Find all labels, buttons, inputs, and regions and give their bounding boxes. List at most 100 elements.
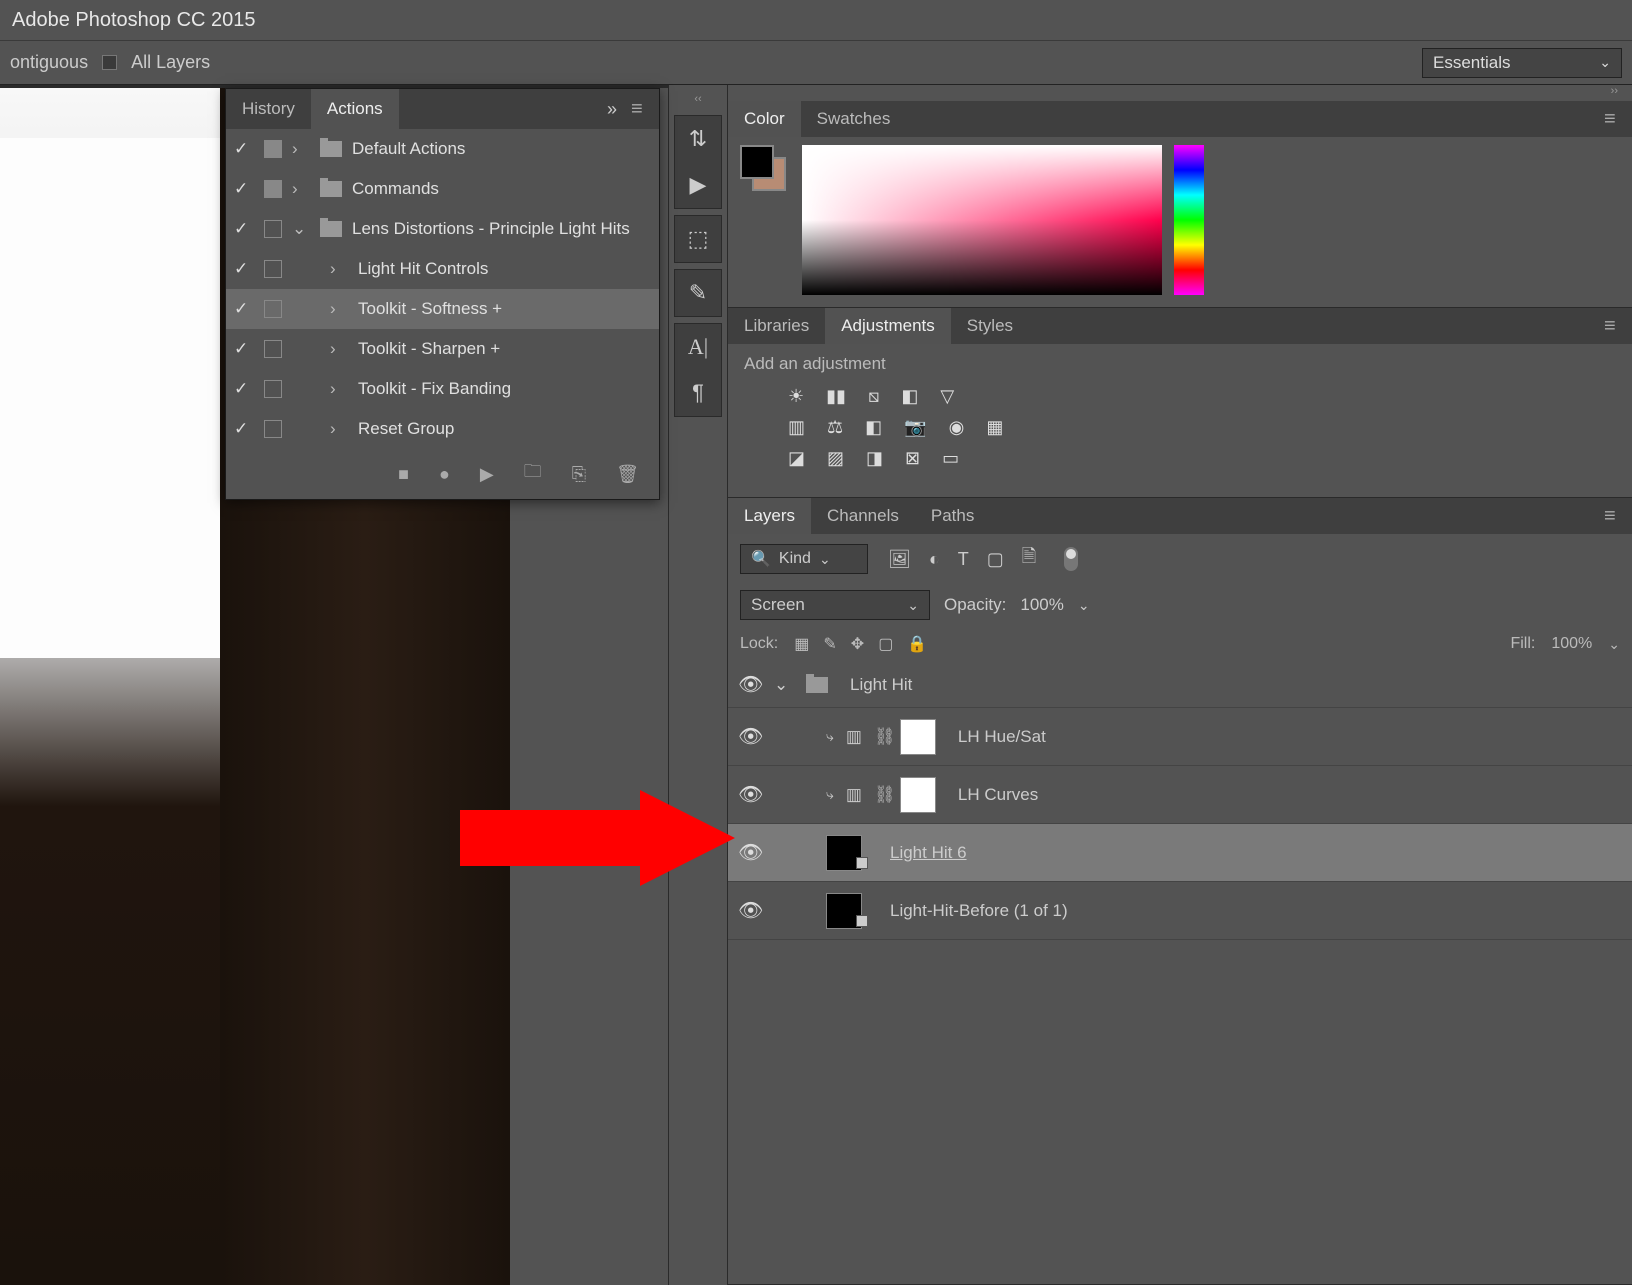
- blend-mode-select[interactable]: Screen ⌄: [740, 590, 930, 620]
- tab-paths[interactable]: Paths: [915, 498, 990, 534]
- filter-type-icon[interactable]: T: [958, 549, 969, 570]
- action-check[interactable]: ✓: [234, 259, 254, 279]
- action-row[interactable]: ✓›Reset Group: [226, 409, 659, 449]
- selective-color-icon[interactable]: ⊠: [905, 448, 920, 469]
- levels-icon[interactable]: ▮▮: [826, 386, 846, 407]
- layer-row[interactable]: 👁⤷▥⛓LH Hue/Sat: [728, 708, 1632, 766]
- action-row[interactable]: ✓›Toolkit - Fix Banding: [226, 369, 659, 409]
- filter-pixel-icon[interactable]: 🖼: [888, 549, 911, 570]
- opacity-value[interactable]: 100%: [1020, 595, 1063, 615]
- action-check[interactable]: ✓: [234, 339, 254, 359]
- action-dialog-toggle[interactable]: [264, 180, 282, 198]
- fill-value[interactable]: 100%: [1551, 635, 1592, 653]
- panel-collapse-icon[interactable]: »: [607, 99, 617, 120]
- action-dialog-toggle[interactable]: [264, 260, 282, 278]
- channelmixer-icon[interactable]: ◉: [949, 417, 965, 438]
- layer-filter-kind[interactable]: 🔍 Kind ⌄: [740, 544, 868, 574]
- layer-name[interactable]: Light Hit: [850, 675, 912, 695]
- play-icon[interactable]: ▶: [480, 464, 494, 485]
- disclosure-icon[interactable]: ›: [330, 299, 348, 319]
- action-row[interactable]: ✓›Default Actions: [226, 129, 659, 169]
- gradient-map-icon[interactable]: ▭: [942, 448, 959, 469]
- disclosure-icon[interactable]: ›: [292, 179, 310, 199]
- dock-collapse-right[interactable]: ››: [728, 85, 1632, 101]
- mask-thumb[interactable]: [900, 777, 936, 813]
- disclosure-icon[interactable]: ›: [330, 419, 348, 439]
- action-check[interactable]: ✓: [234, 219, 254, 239]
- lock-position-icon[interactable]: ✥: [851, 634, 864, 654]
- all-layers-checkbox[interactable]: [102, 55, 117, 70]
- layer-row[interactable]: 👁⌄Light Hit: [728, 662, 1632, 708]
- action-check[interactable]: ✓: [234, 179, 254, 199]
- brightness-icon[interactable]: ☀: [788, 386, 804, 407]
- layer-name[interactable]: Light-Hit-Before (1 of 1): [890, 901, 1068, 921]
- action-row[interactable]: ✓›Light Hit Controls: [226, 249, 659, 289]
- action-row[interactable]: ✓›Toolkit - Softness +: [226, 289, 659, 329]
- layer-name[interactable]: LH Hue/Sat: [958, 727, 1046, 747]
- tab-libraries[interactable]: Libraries: [728, 308, 825, 344]
- color-panel-menu-icon[interactable]: [1604, 108, 1622, 131]
- chevron-down-icon[interactable]: ⌄: [1608, 636, 1620, 653]
- action-dialog-toggle[interactable]: [264, 300, 282, 318]
- action-row[interactable]: ✓›Toolkit - Sharpen +: [226, 329, 659, 369]
- filter-smart-icon[interactable]: 🗎: [1022, 544, 1036, 574]
- tab-color[interactable]: Color: [728, 101, 801, 137]
- tab-styles[interactable]: Styles: [951, 308, 1029, 344]
- visibility-icon[interactable]: 👁: [738, 898, 762, 923]
- visibility-icon[interactable]: 👁: [738, 782, 762, 807]
- hue-strip[interactable]: [1174, 145, 1204, 295]
- disclosure-icon[interactable]: ›: [330, 379, 348, 399]
- filter-shape-icon[interactable]: ▢: [987, 549, 1004, 570]
- color-spectrum[interactable]: [802, 145, 1162, 295]
- adjustments-panel-menu-icon[interactable]: [1604, 315, 1622, 338]
- glyphs-icon[interactable]: ✎: [689, 280, 707, 306]
- link-mask-icon[interactable]: ⛓: [874, 785, 888, 805]
- action-dialog-toggle[interactable]: [264, 420, 282, 438]
- bw-icon[interactable]: ◧: [865, 417, 882, 438]
- foreground-background-swatches[interactable]: [740, 145, 790, 195]
- record-icon[interactable]: ●: [439, 464, 450, 485]
- action-dialog-toggle[interactable]: [264, 380, 282, 398]
- new-action-icon[interactable]: ⎘: [572, 464, 586, 485]
- colorbalance-icon[interactable]: ⚖: [827, 417, 843, 438]
- tab-adjustments[interactable]: Adjustments: [825, 308, 951, 344]
- character-icon[interactable]: A|: [688, 334, 708, 360]
- tab-swatches[interactable]: Swatches: [801, 101, 907, 137]
- lock-artboard-icon[interactable]: ▢: [878, 634, 893, 654]
- posterize-icon[interactable]: ▨: [827, 448, 844, 469]
- mask-thumb[interactable]: [900, 719, 936, 755]
- action-check[interactable]: ✓: [234, 419, 254, 439]
- layer-row[interactable]: 👁 Light-Hit-Before (1 of 1): [728, 882, 1632, 940]
- new-set-icon[interactable]: 🗀: [524, 459, 542, 489]
- curves-icon[interactable]: ⧅: [868, 386, 879, 407]
- link-mask-icon[interactable]: ⛓: [874, 727, 888, 747]
- dock-collapse-left[interactable]: ‹‹: [669, 93, 727, 109]
- disclosure-icon[interactable]: ›: [330, 259, 348, 279]
- paragraph-icon[interactable]: ¶: [692, 380, 704, 406]
- cube-icon[interactable]: ⬚: [688, 226, 709, 252]
- tab-history[interactable]: History: [226, 89, 311, 129]
- disclosure-icon[interactable]: ›: [292, 139, 310, 159]
- stop-icon[interactable]: ■: [398, 464, 409, 485]
- action-row[interactable]: ✓›Commands: [226, 169, 659, 209]
- layers-panel-menu-icon[interactable]: [1604, 505, 1622, 528]
- play-panel-icon[interactable]: ▶: [690, 172, 707, 198]
- disclosure-icon[interactable]: ⌄: [292, 219, 310, 239]
- layer-row[interactable]: 👁Light Hit 6: [728, 824, 1632, 882]
- lock-pixels-icon[interactable]: ✎: [823, 634, 836, 654]
- layer-row[interactable]: 👁⤷▥⛓LH Curves: [728, 766, 1632, 824]
- filter-toggle[interactable]: [1064, 547, 1078, 571]
- visibility-icon[interactable]: 👁: [738, 840, 762, 865]
- disclosure-icon[interactable]: ⌄: [774, 675, 794, 695]
- huesat-icon[interactable]: ▥: [788, 417, 805, 438]
- photofilter-icon[interactable]: 📷: [904, 417, 926, 438]
- action-check[interactable]: ✓: [234, 139, 254, 159]
- layer-name[interactable]: LH Curves: [958, 785, 1038, 805]
- workspace-switcher[interactable]: Essentials ⌄: [1422, 48, 1622, 78]
- foreground-swatch[interactable]: [740, 145, 774, 179]
- trash-icon[interactable]: 🗑: [616, 464, 639, 485]
- colorlookup-icon[interactable]: ▦: [986, 417, 1003, 438]
- tab-channels[interactable]: Channels: [811, 498, 915, 534]
- action-dialog-toggle[interactable]: [264, 140, 282, 158]
- lock-all-icon[interactable]: 🔒: [907, 634, 927, 654]
